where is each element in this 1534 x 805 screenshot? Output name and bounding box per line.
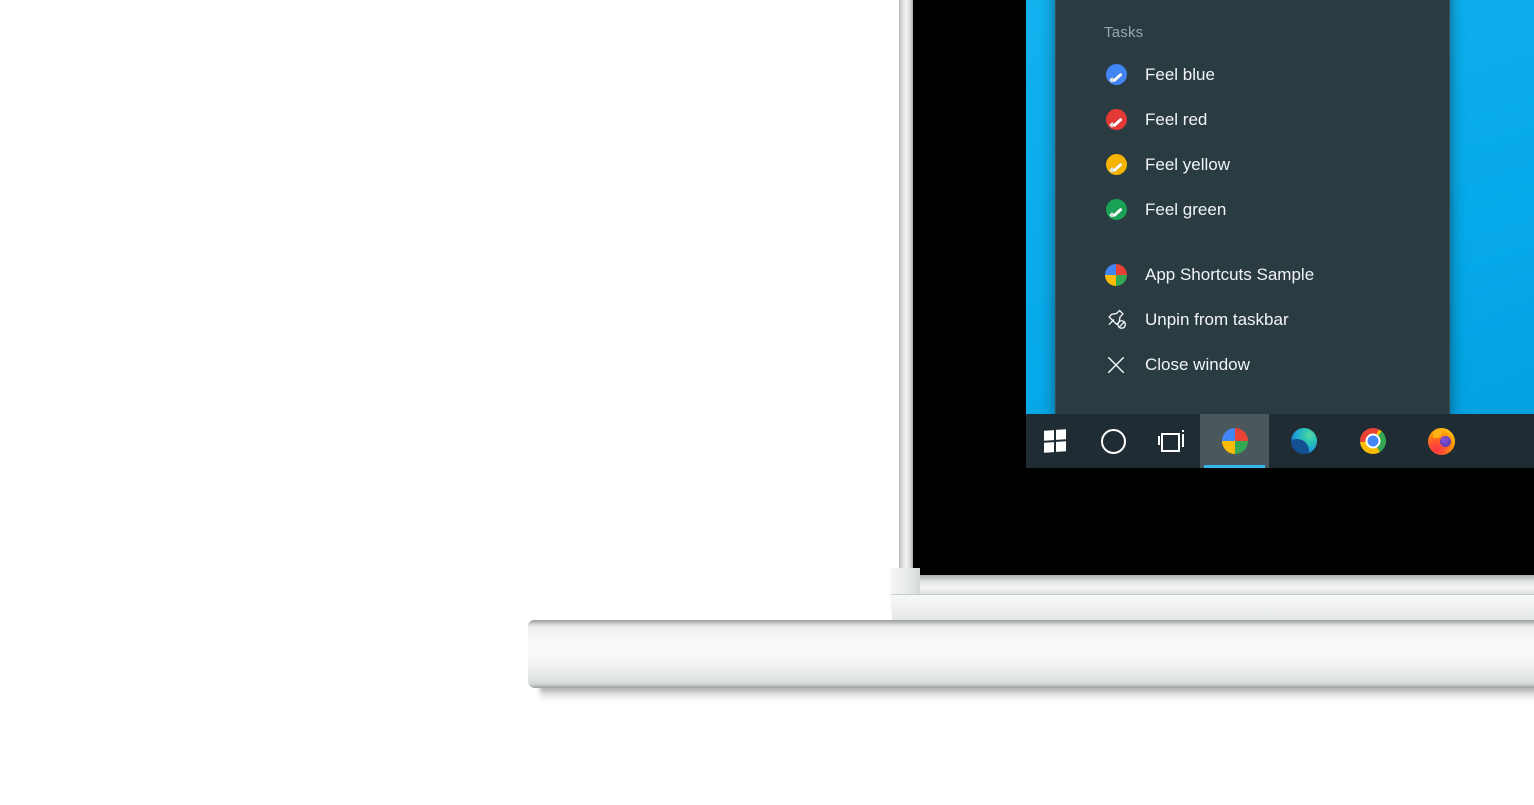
jump-list-item-feel-blue[interactable]: Feel blue (1056, 52, 1449, 97)
laptop-base-top-edge (528, 620, 1534, 626)
jump-list-item-label: Feel red (1145, 109, 1208, 129)
laptop-bezel-rim-left (899, 0, 913, 596)
chrome-button[interactable] (1338, 414, 1407, 468)
task-view-icon (1158, 430, 1184, 452)
jump-list-item-label: Feel green (1145, 199, 1227, 219)
paint-yellow-icon (1104, 153, 1128, 177)
paint-red-icon (1104, 108, 1128, 132)
windows-logo-icon (1044, 429, 1066, 453)
edge-icon (1290, 428, 1317, 454)
jump-list-item-label: Close window (1145, 354, 1250, 374)
jump-list-item-feel-yellow[interactable]: Feel yellow (1056, 142, 1449, 187)
windows-taskbar (1026, 414, 1534, 468)
cortana-button[interactable] (1084, 414, 1142, 468)
chrome-icon (1359, 428, 1386, 454)
laptop-scene: Tasks Feel blue Feel red Feel yellow Fee… (0, 0, 1534, 805)
jump-list-tasks: Feel blue Feel red Feel yellow Feel gree… (1056, 52, 1449, 387)
cortana-ring-icon (1100, 428, 1126, 454)
jump-list-menu[interactable]: Tasks Feel blue Feel red Feel yellow Fee… (1055, 0, 1450, 416)
jump-list-item-feel-red[interactable]: Feel red (1056, 97, 1449, 142)
jump-list-item-feel-green[interactable]: Feel green (1056, 187, 1449, 232)
firefox-button[interactable] (1407, 414, 1476, 468)
jump-list-item-label: Feel blue (1145, 64, 1215, 84)
app-shortcuts-sample-button[interactable] (1200, 414, 1269, 468)
app-pie-icon (1221, 428, 1248, 454)
close-x-icon (1104, 353, 1128, 377)
unpin-icon (1104, 308, 1128, 332)
jump-list-item-unpin-from-taskbar[interactable]: Unpin from taskbar (1056, 297, 1449, 342)
jump-list-item-label: App Shortcuts Sample (1145, 264, 1315, 284)
start-button[interactable] (1026, 414, 1084, 468)
jump-list-item-label: Feel yellow (1145, 154, 1231, 174)
task-view-button[interactable] (1142, 414, 1200, 468)
app-pie-icon (1104, 263, 1128, 287)
paint-green-icon (1104, 198, 1128, 222)
jump-list-header: Tasks (1104, 24, 1144, 41)
jump-list-item-close-window[interactable]: Close window (1056, 342, 1449, 387)
laptop-screen: Tasks Feel blue Feel red Feel yellow Fee… (1026, 0, 1534, 468)
jump-list-item-label: Unpin from taskbar (1145, 309, 1289, 329)
jump-list-separator (1056, 232, 1449, 252)
firefox-icon (1428, 427, 1455, 455)
paint-blue-icon (1104, 63, 1128, 87)
laptop-base (528, 620, 1534, 688)
edge-button[interactable] (1269, 414, 1338, 468)
jump-list-item-app-shortcuts-sample[interactable]: App Shortcuts Sample (1056, 252, 1449, 297)
laptop-base-shadow (540, 686, 1534, 702)
